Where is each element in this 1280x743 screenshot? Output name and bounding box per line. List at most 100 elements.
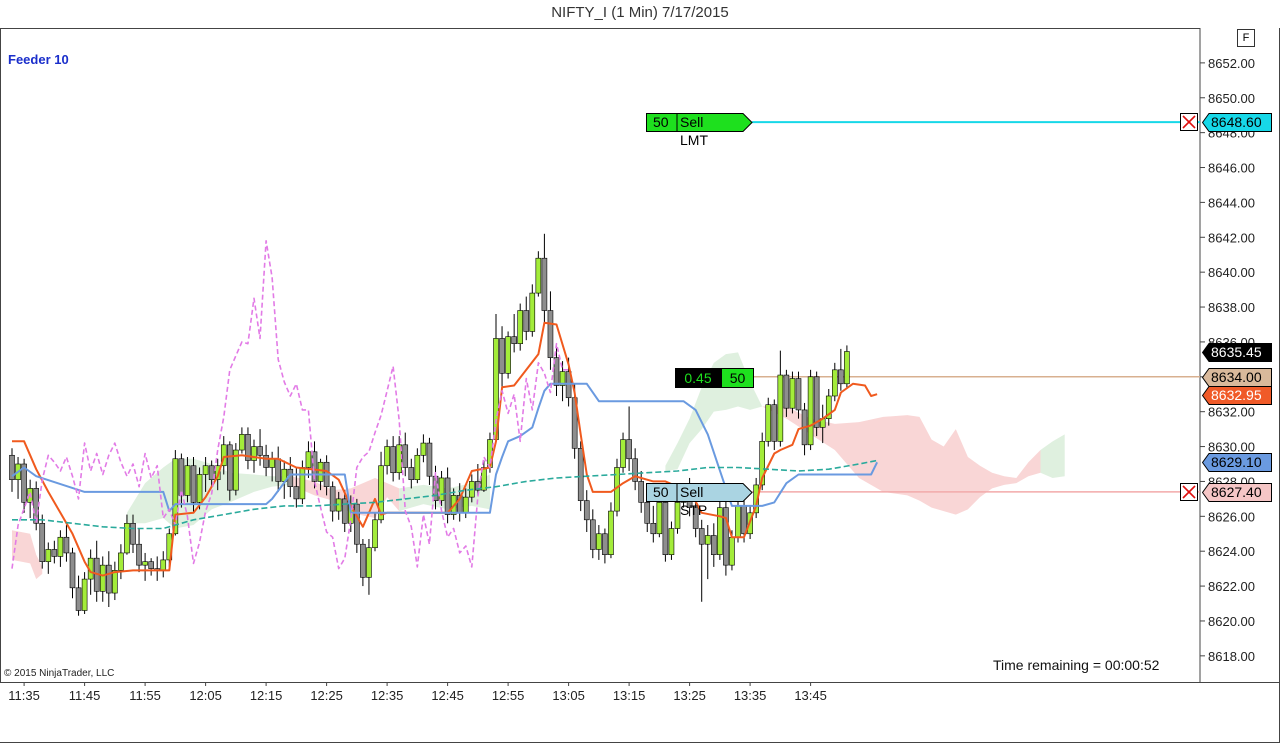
candle-body	[190, 465, 197, 503]
candle-body	[136, 543, 142, 566]
candle-body	[69, 552, 76, 589]
candle-body	[795, 378, 802, 411]
candle-body	[299, 467, 306, 500]
y-tick-label: 8646.00	[1208, 161, 1255, 176]
cancel-sell-limit-button[interactable]	[1180, 113, 1198, 132]
candle-body	[602, 533, 608, 555]
candle-body	[547, 310, 554, 358]
candle-body	[142, 561, 148, 566]
sell-limit-price-marker[interactable]: 8648.60	[1202, 113, 1272, 133]
candle-body	[505, 336, 511, 374]
y-tick-label: 8644.00	[1208, 195, 1255, 210]
sell-stop-qty: 50	[653, 483, 669, 500]
sell-limit-price: 8648.60	[1211, 114, 1262, 131]
price-marker: 8632.95	[1202, 386, 1272, 406]
candle-body	[583, 500, 590, 521]
candle-body	[275, 458, 282, 482]
x-tick-label: 11:45	[69, 688, 101, 703]
candle-body	[239, 434, 245, 451]
price-marker-label: 8635.45	[1211, 343, 1262, 360]
candle-body	[668, 528, 675, 555]
candle-body	[589, 519, 596, 550]
candle-body	[729, 536, 735, 566]
candle-body	[329, 486, 336, 512]
feeder-label: Feeder 10	[8, 52, 69, 67]
close-icon	[1180, 482, 1198, 501]
candle-body	[63, 536, 70, 554]
candle-body	[408, 467, 415, 480]
candle-body	[293, 486, 300, 500]
candle-body	[620, 439, 626, 468]
candle-body	[57, 536, 64, 557]
sell-stop-price: 8627.40	[1211, 483, 1262, 500]
candle-body	[45, 549, 52, 562]
f-button[interactable]: F	[1237, 29, 1255, 47]
candle-body	[160, 559, 167, 571]
candle-body	[99, 564, 106, 592]
candle-body	[251, 446, 257, 461]
time-remaining-label: Time remaining = 00:00:52	[993, 657, 1160, 673]
candle-body	[372, 519, 378, 549]
x-tick-label: 12:35	[371, 688, 404, 703]
candle-body	[499, 338, 505, 374]
candle-body	[106, 564, 112, 594]
candle-body	[148, 561, 154, 569]
candle-body	[420, 442, 427, 456]
candle-body	[535, 257, 542, 294]
candle-body	[112, 570, 118, 594]
x-tick-label: 12:55	[492, 688, 525, 703]
sell-limit-qty: 50	[653, 114, 669, 131]
cancel-sell-stop-button[interactable]	[1180, 482, 1198, 501]
candle-body	[529, 292, 536, 332]
position-pnl: 0.45	[675, 367, 721, 388]
candle-body	[656, 502, 663, 535]
candle-body	[263, 454, 269, 468]
candle-body	[789, 378, 796, 409]
price-marker: 8635.45	[1202, 342, 1272, 362]
candle-body	[511, 336, 517, 344]
y-tick-label: 8618.00	[1208, 649, 1255, 664]
y-tick-label: 8632.00	[1208, 405, 1255, 420]
candle-body	[771, 404, 778, 442]
y-tick-label: 8638.00	[1208, 300, 1255, 315]
candle-body	[838, 369, 844, 385]
candle-body	[51, 549, 58, 557]
candle-body	[196, 474, 203, 503]
candle-body	[305, 451, 312, 468]
candle-body	[650, 522, 657, 535]
price-marker: 8634.00	[1202, 367, 1272, 387]
candle-body	[777, 374, 784, 442]
price-chart[interactable]: 8618.008620.008622.008624.008626.008628.…	[0, 0, 1280, 743]
candle-body	[178, 458, 185, 496]
candle-body	[662, 502, 669, 555]
candle-body	[444, 477, 451, 515]
candle-body	[118, 552, 124, 571]
x-tick-label: 11:35	[8, 688, 40, 703]
x-tick-label: 13:15	[613, 688, 646, 703]
x-tick-label: 12:25	[310, 688, 343, 703]
candle-body	[723, 507, 729, 566]
candle-body	[783, 374, 790, 409]
y-tick-label: 8650.00	[1208, 91, 1255, 106]
price-marker-label: 8629.10	[1211, 454, 1262, 471]
y-tick-label: 8624.00	[1208, 544, 1255, 559]
x-tick-label: 13:05	[552, 688, 585, 703]
x-tick-label: 13:35	[734, 688, 767, 703]
candle-body	[202, 465, 209, 475]
sell-stop-label: Sell STP	[680, 483, 708, 518]
candle-body	[596, 533, 602, 550]
candle-body	[414, 454, 421, 480]
candle-body	[813, 376, 820, 428]
candle-body	[638, 481, 645, 503]
candle-body	[227, 444, 233, 491]
candle-body	[354, 503, 360, 545]
x-tick-label: 11:55	[129, 688, 161, 703]
candle-body	[184, 465, 191, 496]
chart-window: 8618.00 8620.00 8622.00 8624.00 8626.00 8628.…	[0, 0, 1280, 743]
chart-title: NIFTY_I (1 Min) 7/17/2015	[551, 4, 729, 21]
candle-body	[608, 510, 614, 555]
x-tick-label: 13:45	[794, 688, 827, 703]
y-tick-label: 8626.00	[1208, 509, 1255, 524]
sell-stop-price-marker[interactable]: 8627.40	[1202, 482, 1272, 502]
candle-body	[741, 505, 747, 535]
